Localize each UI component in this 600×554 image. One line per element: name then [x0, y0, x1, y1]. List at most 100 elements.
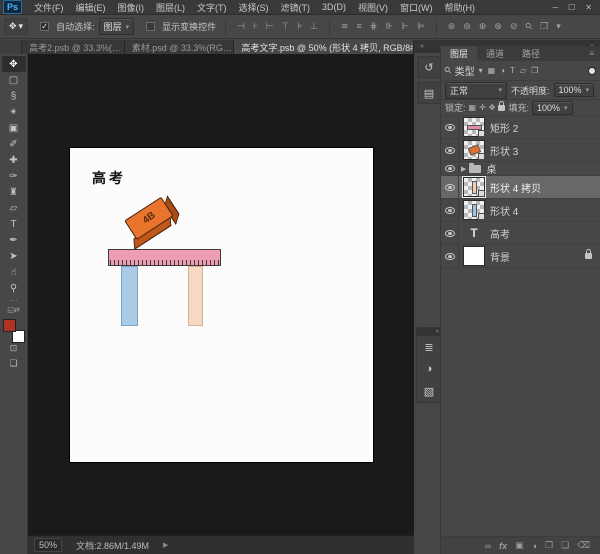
document-tab-1[interactable]: 高考2.psb @ 33.3%(… ✕: [22, 40, 125, 54]
menu-type[interactable]: 文字(T): [191, 1, 233, 14]
visibility-toggle[interactable]: [441, 162, 459, 175]
history-panel-icon[interactable]: ↺: [417, 56, 441, 78]
visibility-toggle[interactable]: [441, 176, 459, 198]
filter-shape-icon[interactable]: ▱: [519, 66, 527, 75]
menu-window[interactable]: 窗口(W): [394, 1, 439, 14]
healing-brush-tool[interactable]: ✚: [2, 152, 26, 168]
filter-adjustment-icon[interactable]: ◑: [499, 66, 506, 75]
3d-scale-icon[interactable]: ⊘: [508, 21, 520, 32]
adjustment-layer-icon[interactable]: ◑: [532, 541, 537, 551]
align-top-icon[interactable]: ⊤: [280, 21, 292, 32]
menu-file[interactable]: 文件(F): [28, 1, 70, 14]
auto-select-dropdown[interactable]: 图层 ▾: [98, 18, 135, 35]
align-left-icon[interactable]: ⊣: [235, 21, 247, 32]
menu-edit[interactable]: 编辑(E): [70, 1, 112, 14]
visibility-toggle[interactable]: [441, 139, 459, 161]
distribute-left-icon[interactable]: ⊪: [383, 21, 395, 32]
menu-help[interactable]: 帮助(H): [439, 1, 482, 14]
document-tab-3-active[interactable]: 高考文字.psb @ 50% (形状 4 拷贝, RGB/8#) * ✕: [234, 40, 415, 54]
tab-paths[interactable]: 路径: [513, 46, 549, 61]
align-bottom-icon[interactable]: ⊥: [308, 21, 320, 32]
new-layer-icon[interactable]: ❏: [561, 540, 569, 551]
menu-layer[interactable]: 图层(L): [150, 1, 191, 14]
move-tool[interactable]: ✥: [1, 56, 26, 72]
more-tools-icon[interactable]: ⋯: [10, 296, 18, 306]
3d-rotate-icon[interactable]: ⊛: [446, 21, 458, 32]
layer-row-text[interactable]: T 高考: [441, 222, 600, 245]
new-group-icon[interactable]: ❐: [545, 540, 553, 551]
align-hcenter-icon[interactable]: ⊦: [251, 21, 260, 32]
clone-stamp-tool[interactable]: ♜: [2, 184, 26, 200]
status-options-arrow[interactable]: ▶: [163, 541, 168, 549]
lock-transparent-icon[interactable]: ▦: [469, 103, 477, 112]
artboard[interactable]: 高考 4B: [70, 148, 373, 462]
quick-mask-icon[interactable]: ⊡: [10, 343, 18, 358]
add-mask-icon[interactable]: ▣: [515, 540, 524, 551]
filter-pixel-icon[interactable]: ▦: [487, 66, 497, 75]
3d-slide-icon[interactable]: ⊗: [492, 21, 504, 32]
layer-row-shape4-copy-selected[interactable]: 形状 4 拷贝: [441, 176, 600, 199]
menu-3d[interactable]: 3D(D): [316, 2, 352, 12]
fill-field[interactable]: 100% ▾: [532, 100, 573, 115]
lock-all-icon[interactable]: [498, 100, 506, 111]
path-selection-tool[interactable]: ➤: [2, 248, 26, 264]
3d-roll-icon[interactable]: ⊚: [461, 21, 473, 32]
marquee-tool[interactable]: ▢: [2, 72, 26, 88]
filter-type-label[interactable]: 类型: [455, 63, 475, 78]
lasso-tool[interactable]: §: [2, 88, 26, 104]
hand-tool[interactable]: ☝: [2, 264, 26, 280]
auto-select-checkbox[interactable]: ✓: [40, 22, 50, 31]
align-vcenter-icon[interactable]: ⊧: [295, 21, 304, 32]
delete-layer-icon[interactable]: ⌫: [577, 540, 590, 551]
panel-menu-icon[interactable]: ≡: [589, 46, 600, 61]
group-expand-icon[interactable]: ▶: [461, 165, 466, 173]
maximize-button[interactable]: ☐: [568, 3, 575, 12]
collapse-panels-icon[interactable]: «: [420, 43, 424, 50]
opacity-field[interactable]: 100% ▾: [553, 83, 595, 97]
document-tab-2[interactable]: 素材.psd @ 33.3%(RG… ✕: [124, 40, 235, 54]
lock-position-icon[interactable]: ✥: [489, 103, 496, 112]
filter-toggle[interactable]: [588, 66, 596, 75]
distribute-top-icon[interactable]: ≋: [339, 21, 351, 32]
layer-style-icon[interactable]: fx: [499, 541, 507, 551]
zoom-level-field[interactable]: 50%: [34, 538, 63, 552]
menu-select[interactable]: 选择(S): [233, 1, 275, 14]
screen-mode-icon[interactable]: ❏: [9, 358, 17, 373]
menu-view[interactable]: 视图(V): [352, 1, 394, 14]
masks-panel-icon[interactable]: ◑: [417, 358, 441, 380]
distribute-right-icon[interactable]: ⊫: [415, 21, 427, 32]
3d-pan-icon[interactable]: ⊕: [477, 21, 489, 32]
styles-panel-icon[interactable]: ▧: [417, 380, 441, 402]
tab-channels[interactable]: 通道: [477, 46, 513, 61]
layer-row-shape3[interactable]: 形状 3: [441, 139, 600, 162]
visibility-toggle[interactable]: [441, 199, 459, 221]
zoom-tool[interactable]: ⚲: [2, 280, 26, 296]
menu-image[interactable]: 图像(I): [112, 1, 151, 14]
foreground-color-swatch[interactable]: [2, 319, 16, 332]
minimize-button[interactable]: ─: [552, 3, 558, 12]
layer-row-background[interactable]: 背景: [441, 245, 600, 268]
crop-tool[interactable]: ▣: [2, 120, 26, 136]
visibility-toggle[interactable]: [441, 245, 459, 267]
default-colors-icon[interactable]: ◱⇄: [7, 306, 19, 315]
expand-panel-icon[interactable]: «: [417, 328, 441, 336]
link-layers-icon[interactable]: ∞: [485, 541, 491, 551]
menu-filter[interactable]: 滤镜(T): [275, 1, 317, 14]
show-transform-checkbox[interactable]: [146, 22, 156, 31]
close-button[interactable]: ✕: [585, 3, 592, 12]
magic-wand-tool[interactable]: ✴: [2, 104, 26, 120]
type-tool[interactable]: T: [2, 216, 26, 232]
distribute-bottom-icon[interactable]: ⋕: [368, 21, 380, 32]
layer-row-shape4[interactable]: 形状 4: [441, 199, 600, 222]
visibility-toggle[interactable]: [441, 222, 459, 244]
filter-smart-icon[interactable]: ❒: [530, 66, 539, 75]
eraser-tool[interactable]: ▱: [2, 200, 26, 216]
visibility-toggle[interactable]: [441, 116, 459, 138]
brush-tool[interactable]: ✑: [2, 168, 26, 184]
distribute-vcenter-icon[interactable]: ≡: [354, 21, 363, 32]
search-icon[interactable]: ⚲: [521, 19, 536, 34]
adjustments-panel-icon[interactable]: ≣: [417, 336, 441, 358]
layer-row-rect2[interactable]: 矩形 2: [441, 116, 600, 139]
distribute-hcenter-icon[interactable]: ⊩: [399, 21, 411, 32]
workspace-icon[interactable]: ❐: [538, 21, 550, 32]
